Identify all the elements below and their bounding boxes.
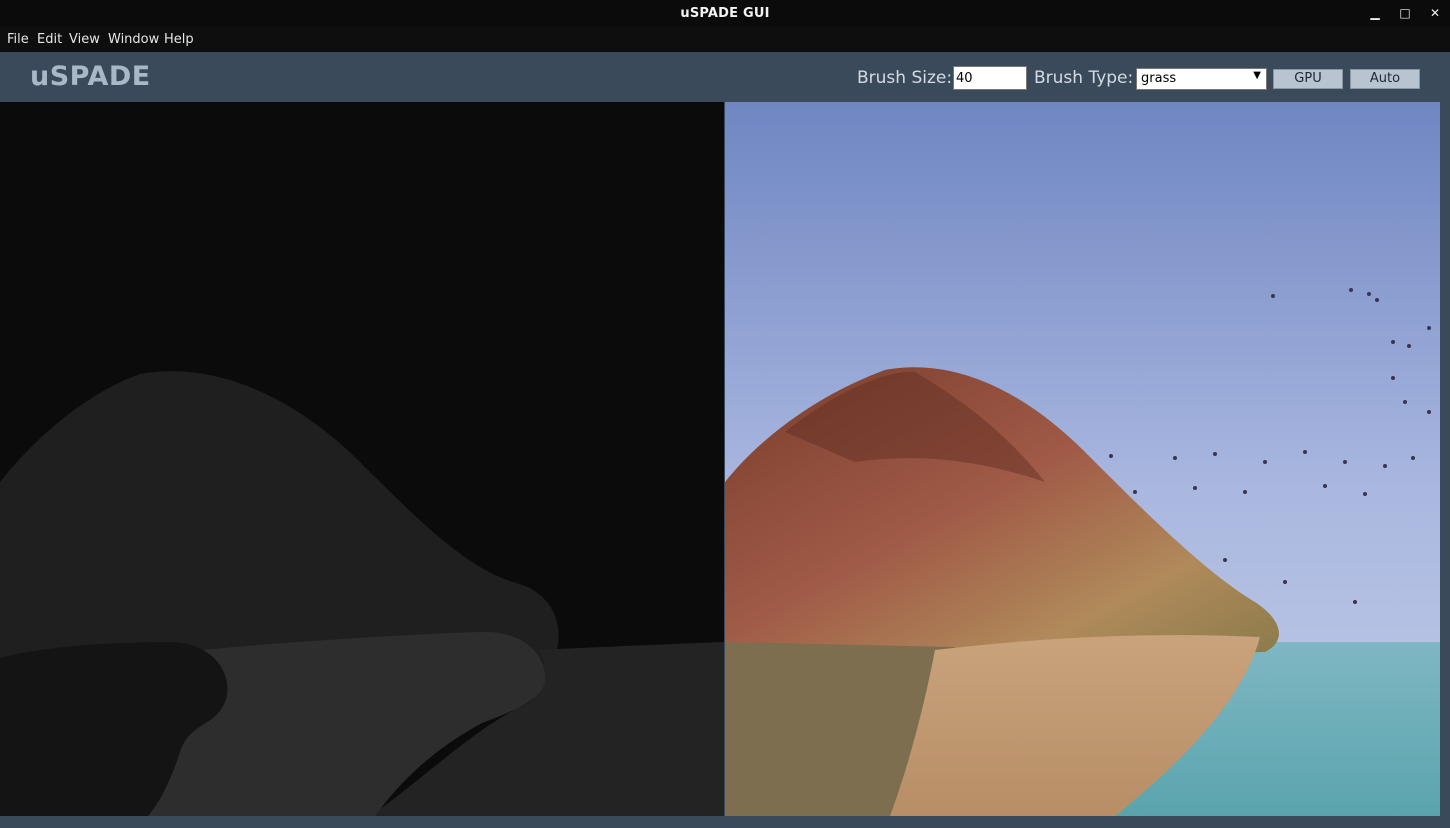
generated-image: [725, 102, 1440, 816]
window-title: uSPADE GUI: [680, 6, 770, 21]
app-logo: uSPADE: [30, 61, 151, 92]
brush-type-value: grass: [1141, 71, 1177, 86]
title-bar: uSPADE GUI ▁ □ ✕: [0, 0, 1450, 27]
menu-edit[interactable]: Edit: [37, 32, 62, 47]
brush-size-input[interactable]: [953, 66, 1027, 90]
segmentation-map: [0, 102, 724, 816]
menu-bar: File Edit View Window Help: [0, 27, 1450, 52]
maximize-icon[interactable]: □: [1396, 5, 1414, 21]
brush-type-select[interactable]: grass ▼: [1136, 68, 1267, 90]
menu-window[interactable]: Window: [108, 32, 159, 47]
brush-size-label: Brush Size:: [857, 68, 953, 88]
auto-button[interactable]: Auto: [1350, 69, 1420, 89]
menu-file[interactable]: File: [7, 32, 29, 47]
segmentation-canvas[interactable]: [0, 102, 724, 816]
right-margin: [1440, 102, 1450, 816]
brush-type-label: Brush Type:: [1034, 68, 1134, 88]
chevron-down-icon: ▼: [1253, 70, 1261, 81]
menu-view[interactable]: View: [69, 32, 100, 47]
status-bar: [0, 816, 1450, 828]
menu-help[interactable]: Help: [164, 32, 194, 47]
gpu-button[interactable]: GPU: [1273, 69, 1343, 89]
generated-image-canvas: [725, 102, 1440, 816]
toolbar: uSPADE Brush Size: Brush Type: grass ▼ G…: [0, 52, 1450, 102]
close-icon[interactable]: ✕: [1426, 5, 1444, 21]
minimize-icon[interactable]: ▁: [1366, 5, 1384, 21]
